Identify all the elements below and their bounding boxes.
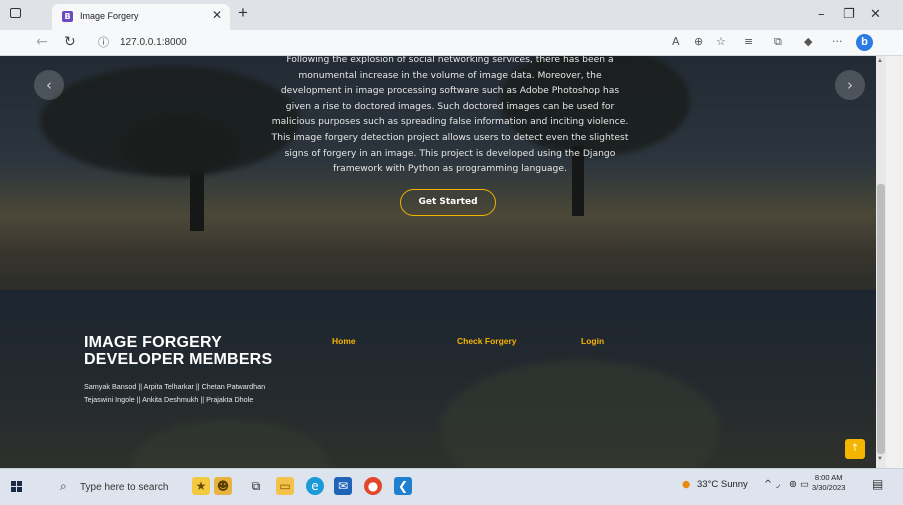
address-bar[interactable]: ⓘ 127.0.0.1:8000 [96,34,856,52]
edge-icon[interactable]: e [306,477,324,495]
taskbar-search-input[interactable]: Type here to search [80,482,168,493]
clock-time: 8:00 AM [814,473,843,482]
scroll-down-icon[interactable]: ▼ [877,456,883,462]
back-icon[interactable]: ← [36,34,48,50]
vscode-icon[interactable]: ❮ [394,477,412,495]
clock-date: 3/30/2023 [812,483,846,492]
collections-icon[interactable]: ⧉ [774,35,782,49]
hero-section: Following the explosion of social networ… [0,56,876,290]
wifi-icon[interactable]: ◞ [776,479,780,490]
windows-start-icon[interactable] [11,481,23,493]
members-line-2: Tejaswini Ingole || Ankita Deshmukh || P… [84,395,254,404]
tab-close-icon[interactable]: ✕ [212,8,222,22]
new-tab-button[interactable]: + [238,3,248,23]
carousel-next-button[interactable]: › [835,70,865,100]
get-started-button[interactable]: Get Started [400,189,496,216]
restore-button[interactable]: ❐ [843,7,855,22]
footer-link-home[interactable]: Home [332,336,356,346]
network-icon[interactable]: ⊚ [789,479,797,490]
tab-actions-icon[interactable] [10,8,21,18]
footer-link-check-forgery[interactable]: Check Forgery [457,336,517,346]
media-app-icon[interactable]: ● [364,477,382,495]
favorites-icon[interactable]: ≡ [744,35,753,48]
favorites-add-icon[interactable]: ☆ [716,35,726,48]
tab-image-forgery[interactable]: B Image Forgery ✕ [52,4,230,30]
page-scrollbar[interactable]: ▲ ▼ [876,56,903,468]
taskbar-clock[interactable]: 8:00 AM 3/30/2023 [812,473,845,493]
members-line-1: Samyak Bansod || Arpita Telharkar || Che… [84,382,266,391]
weather-icon: ● [682,479,691,490]
back-to-top-button[interactable]: ↑ [845,439,865,459]
task-view-icon[interactable]: ⧉ [247,477,265,495]
read-aloud-icon[interactable]: A [672,35,680,48]
extension-icon[interactable]: ◆ [804,35,812,48]
carousel-prev-button[interactable]: ‹ [34,70,64,100]
windows-taskbar: ⌕ Type here to search ★ ☻ ⧉ ▭ e ✉ ● ❮ ● … [0,468,903,505]
notifications-icon[interactable]: ▤ [872,477,886,491]
file-explorer-icon[interactable]: ▭ [276,477,294,495]
zoom-icon[interactable]: ⊕ [694,35,703,48]
scrollbar-thumb[interactable] [877,184,885,454]
browser-title-bar: B Image Forgery ✕ + – ❐ ✕ [0,0,903,30]
bing-icon[interactable]: b [856,34,873,51]
footer-tree-left [130,420,330,468]
browser-toolbar: ← ↻ ⓘ 127.0.0.1:8000 A ⊕ ☆ ≡ ⧉ ◆ ··· b [0,30,903,56]
address-url[interactable]: 127.0.0.1:8000 [120,37,187,48]
footer-members: Samyak Bansod || Arpita Telharkar || Che… [84,380,265,406]
search-icon: ⌕ [60,479,67,493]
footer-link-login[interactable]: Login [581,336,604,346]
footer-section: IMAGE FORGERY DEVELOPER MEMBERS Samyak B… [0,290,876,468]
page-viewport: Following the explosion of social networ… [0,56,876,468]
more-menu-icon[interactable]: ··· [832,35,843,48]
footer-title: IMAGE FORGERY DEVELOPER MEMBERS [84,334,273,368]
site-info-icon[interactable]: ⓘ [98,34,109,50]
mail-icon[interactable]: ✉ [334,477,352,495]
widget-app-icon-2[interactable]: ☻ [214,477,232,495]
minimize-button[interactable]: – [818,7,825,22]
tab-title: Image Forgery [80,11,139,21]
footer-tree-right [440,360,720,468]
close-window-button[interactable]: ✕ [870,7,881,22]
taskbar-search[interactable]: ⌕ Type here to search [52,472,192,502]
refresh-icon[interactable]: ↻ [64,34,76,50]
scroll-up-icon[interactable]: ▲ [877,58,883,64]
tray-chevron-icon[interactable]: ^ [764,479,772,490]
widget-app-icon[interactable]: ★ [192,477,210,495]
favicon-icon: B [62,11,73,22]
hero-description: Following the explosion of social networ… [271,56,629,175]
battery-icon[interactable]: ▭ [800,479,809,490]
weather-text[interactable]: 33°C Sunny [697,479,748,490]
